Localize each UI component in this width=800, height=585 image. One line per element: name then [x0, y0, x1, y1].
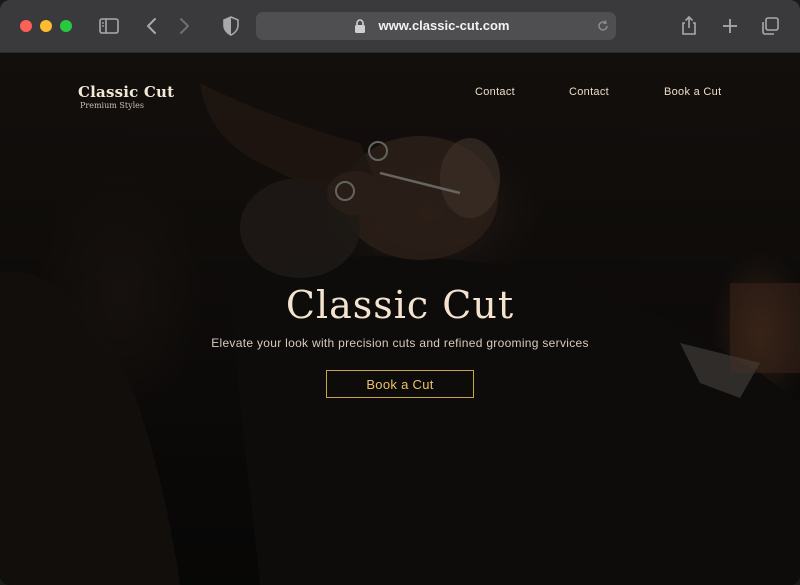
chevron-right-icon[interactable]	[172, 14, 196, 38]
browser-toolbar: www.classic-cut.com	[0, 0, 800, 53]
share-icon[interactable]	[677, 14, 701, 38]
nav-link-contact-2[interactable]: Contact	[569, 86, 609, 98]
browser-window: www.classic-cut.com Classic Cut Premium …	[0, 0, 800, 585]
zoom-window-button[interactable]	[60, 20, 72, 32]
brand-logo-title[interactable]: Classic Cut	[78, 83, 174, 101]
reload-icon[interactable]	[596, 19, 610, 38]
minimize-window-button[interactable]	[40, 20, 52, 32]
plus-icon[interactable]	[718, 14, 742, 38]
nav-link-book-a-cut[interactable]: Book a Cut	[664, 86, 721, 98]
hero-subtitle: Elevate your look with precision cuts an…	[211, 336, 589, 350]
book-a-cut-button[interactable]: Book a Cut	[326, 370, 474, 398]
url-text: www.classic-cut.com	[378, 18, 510, 33]
shield-icon[interactable]	[219, 14, 243, 38]
tabs-overview-icon[interactable]	[758, 14, 782, 38]
brand-tagline: Premium Styles	[80, 101, 144, 110]
sidebar-icon[interactable]	[97, 14, 121, 38]
nav-link-contact[interactable]: Contact	[475, 86, 515, 98]
chevron-left-icon[interactable]	[140, 14, 164, 38]
hero-title: Classic Cut	[285, 283, 515, 327]
address-bar[interactable]: www.classic-cut.com	[256, 12, 616, 40]
webpage-hero: Classic Cut Premium Styles Contact Conta…	[0, 53, 800, 585]
close-window-button[interactable]	[20, 20, 32, 32]
